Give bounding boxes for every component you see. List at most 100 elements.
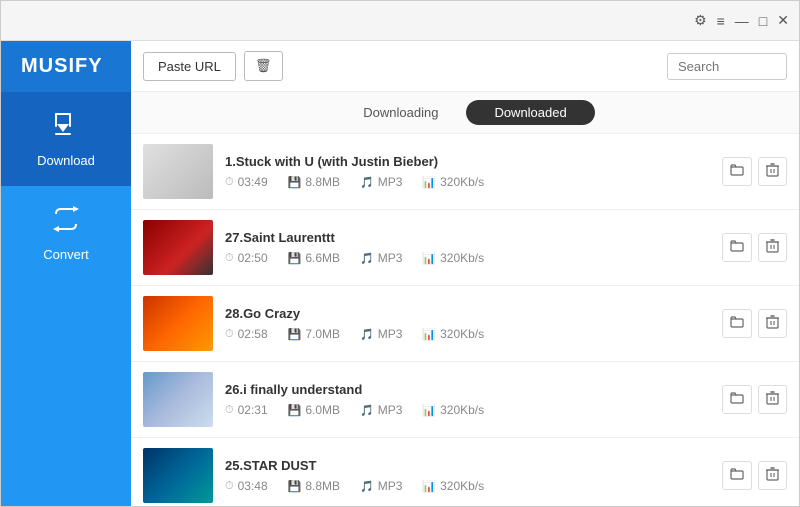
- delete-song-button[interactable]: [758, 157, 787, 186]
- song-duration: ⏱ 03:48: [225, 479, 268, 493]
- song-meta: ⏱ 03:48 💾 8.8MB 🎵 MP3 📊 320Kb/s: [225, 479, 710, 493]
- open-folder-button[interactable]: [722, 385, 752, 414]
- size-icon: 💾: [288, 480, 302, 493]
- close-icon[interactable]: ✕: [777, 12, 789, 29]
- song-title: 26.i finally understand: [225, 382, 710, 397]
- song-actions: [722, 309, 787, 338]
- song-thumbnail: [143, 448, 213, 503]
- song-duration: ⏱ 02:58: [225, 327, 268, 341]
- file-icon: 🎵: [360, 480, 374, 493]
- tab-downloaded[interactable]: Downloaded: [466, 100, 594, 125]
- file-icon: 🎵: [360, 176, 374, 189]
- file-icon: 🎵: [360, 328, 374, 341]
- open-folder-button[interactable]: [722, 461, 752, 490]
- song-meta: ⏱ 03:49 💾 8.8MB 🎵 MP3 📊 320Kb/s: [225, 175, 710, 189]
- song-info: 28.Go Crazy ⏱ 02:58 💾 7.0MB 🎵 MP3: [225, 306, 710, 341]
- sidebar-download-label: Download: [37, 153, 95, 168]
- size-icon: 💾: [288, 404, 302, 417]
- delete-song-button[interactable]: [758, 309, 787, 338]
- bitrate-icon: 📊: [422, 252, 436, 265]
- clock-icon: ⏱: [225, 252, 234, 265]
- sidebar-convert-label: Convert: [43, 247, 89, 262]
- size-icon: 💾: [288, 328, 302, 341]
- song-title: 27.Saint Laurenttt: [225, 230, 710, 245]
- toolbar: Paste URL 🗑: [131, 41, 799, 92]
- content-area: Paste URL 🗑 Downloading Downloaded: [131, 41, 799, 506]
- tab-bar: Downloading Downloaded: [131, 92, 799, 134]
- sidebar-item-download[interactable]: Download: [1, 92, 131, 186]
- bitrate-icon: 📊: [422, 480, 436, 493]
- song-bitrate: 📊 320Kb/s: [422, 327, 484, 341]
- tab-downloading[interactable]: Downloading: [335, 100, 466, 125]
- delete-song-button[interactable]: [758, 385, 787, 414]
- song-thumbnail: [143, 372, 213, 427]
- song-bitrate: 📊 320Kb/s: [422, 403, 484, 417]
- app-window: ⚙ ≡ — □ ✕ MUSIFY Download: [0, 0, 800, 507]
- main-layout: MUSIFY Download: [1, 41, 799, 506]
- clock-icon: ⏱: [225, 404, 234, 417]
- song-format: 🎵 MP3: [360, 327, 402, 341]
- song-duration: ⏱ 02:50: [225, 251, 268, 265]
- clock-icon: ⏱: [225, 480, 234, 493]
- convert-icon: [51, 204, 81, 241]
- maximize-icon[interactable]: □: [759, 13, 767, 29]
- song-size: 💾 8.8MB: [288, 479, 340, 493]
- song-thumbnail: [143, 296, 213, 351]
- song-duration: ⏱ 02:31: [225, 403, 268, 417]
- song-size: 💾 6.0MB: [288, 403, 340, 417]
- song-bitrate: 📊 320Kb/s: [422, 251, 484, 265]
- song-duration: ⏱ 03:49: [225, 175, 268, 189]
- song-thumbnail: [143, 220, 213, 275]
- delete-song-button[interactable]: [758, 233, 787, 262]
- paste-url-button[interactable]: Paste URL: [143, 52, 236, 81]
- settings-icon[interactable]: ⚙: [694, 12, 707, 29]
- clock-icon: ⏱: [225, 176, 234, 189]
- size-icon: 💾: [288, 252, 302, 265]
- song-list[interactable]: 1.Stuck with U (with Justin Bieber) ⏱ 03…: [131, 134, 799, 506]
- delete-song-button[interactable]: [758, 461, 787, 490]
- song-actions: [722, 157, 787, 186]
- song-item: 25.STAR DUST ⏱ 03:48 💾 8.8MB 🎵 MP3: [131, 438, 799, 506]
- open-folder-button[interactable]: [722, 157, 752, 186]
- song-bitrate: 📊 320Kb/s: [422, 175, 484, 189]
- song-format: 🎵 MP3: [360, 175, 402, 189]
- song-title: 25.STAR DUST: [225, 458, 710, 473]
- search-input[interactable]: [667, 53, 787, 80]
- song-format: 🎵 MP3: [360, 251, 402, 265]
- song-actions: [722, 233, 787, 262]
- clock-icon: ⏱: [225, 328, 234, 341]
- download-icon: [51, 110, 81, 147]
- bitrate-icon: 📊: [422, 328, 436, 341]
- song-info: 27.Saint Laurenttt ⏱ 02:50 💾 6.6MB 🎵 MP3: [225, 230, 710, 265]
- song-meta: ⏱ 02:50 💾 6.6MB 🎵 MP3 📊 320Kb/s: [225, 251, 710, 265]
- song-bitrate: 📊 320Kb/s: [422, 479, 484, 493]
- song-size: 💾 8.8MB: [288, 175, 340, 189]
- song-meta: ⏱ 02:31 💾 6.0MB 🎵 MP3 📊 320Kb/s: [225, 403, 710, 417]
- song-format: 🎵 MP3: [360, 403, 402, 417]
- song-item: 28.Go Crazy ⏱ 02:58 💾 7.0MB 🎵 MP3: [131, 286, 799, 362]
- sidebar: MUSIFY Download: [1, 41, 131, 506]
- open-folder-button[interactable]: [722, 233, 752, 262]
- bitrate-icon: 📊: [422, 176, 436, 189]
- song-thumbnail: [143, 144, 213, 199]
- song-actions: [722, 461, 787, 490]
- bitrate-icon: 📊: [422, 404, 436, 417]
- song-title: 1.Stuck with U (with Justin Bieber): [225, 154, 710, 169]
- title-bar: ⚙ ≡ — □ ✕: [1, 1, 799, 41]
- open-folder-button[interactable]: [722, 309, 752, 338]
- minimize-icon[interactable]: —: [735, 13, 749, 29]
- song-meta: ⏱ 02:58 💾 7.0MB 🎵 MP3 📊 320Kb/s: [225, 327, 710, 341]
- delete-toolbar-button[interactable]: 🗑: [244, 51, 283, 81]
- sidebar-item-convert[interactable]: Convert: [1, 186, 131, 280]
- file-icon: 🎵: [360, 252, 374, 265]
- file-icon: 🎵: [360, 404, 374, 417]
- song-size: 💾 6.6MB: [288, 251, 340, 265]
- song-actions: [722, 385, 787, 414]
- song-info: 26.i finally understand ⏱ 02:31 💾 6.0MB …: [225, 382, 710, 417]
- menu-icon[interactable]: ≡: [717, 13, 725, 29]
- song-item: 26.i finally understand ⏱ 02:31 💾 6.0MB …: [131, 362, 799, 438]
- song-format: 🎵 MP3: [360, 479, 402, 493]
- song-item: 1.Stuck with U (with Justin Bieber) ⏱ 03…: [131, 134, 799, 210]
- song-item: 27.Saint Laurenttt ⏱ 02:50 💾 6.6MB 🎵 MP3: [131, 210, 799, 286]
- app-title: MUSIFY: [1, 41, 131, 92]
